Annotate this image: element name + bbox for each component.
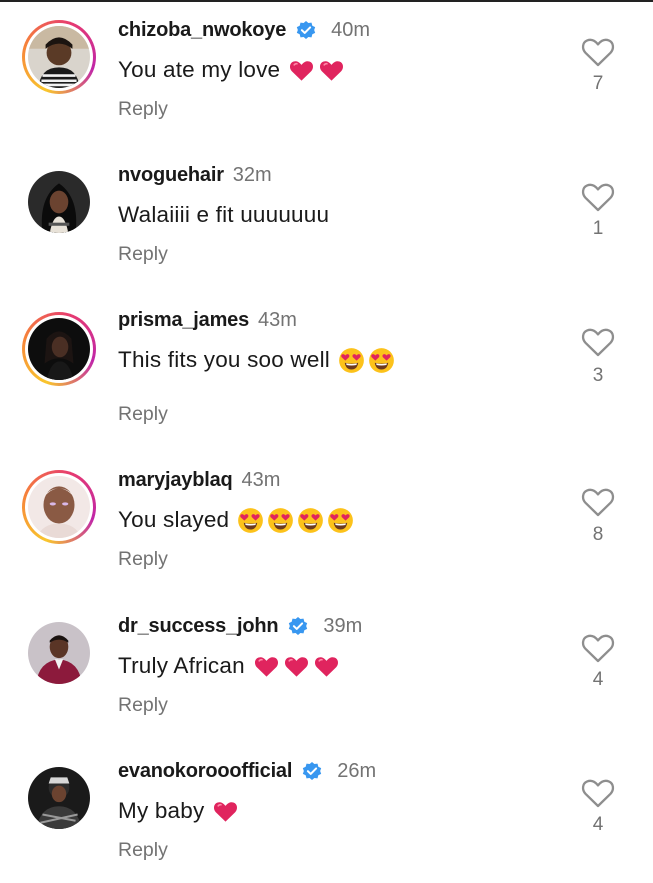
like-count: 7	[592, 73, 604, 94]
heart-eyes-emoji-icon	[327, 507, 354, 534]
story-ring[interactable]	[22, 312, 96, 386]
heart-eyes-emoji-icon	[267, 507, 294, 534]
comment-text: You slayed	[118, 507, 230, 532]
reply-button[interactable]: Reply	[118, 98, 168, 121]
heart-eyes-emoji-icon	[338, 347, 365, 374]
story-ring[interactable]	[22, 20, 96, 94]
like-count: 8	[592, 524, 604, 545]
verified-badge-icon	[287, 615, 309, 637]
comment-username[interactable]: chizoba_nwokoye	[118, 19, 286, 42]
comment-timestamp: 43m	[241, 468, 281, 491]
story-ring[interactable]	[22, 470, 96, 544]
avatar[interactable]	[28, 26, 90, 88]
comment-username[interactable]: dr_success_john	[118, 615, 279, 638]
heart-outline-icon[interactable]	[580, 179, 616, 213]
like-count: 4	[592, 669, 604, 690]
comment-timestamp: 43m	[258, 308, 297, 331]
comment-timestamp: 26m	[337, 759, 377, 782]
like-count: 1	[592, 218, 604, 239]
comment-item: maryjayblaq 43m You slayed Reply 8	[0, 450, 653, 595]
avatar-frame[interactable]	[22, 616, 96, 690]
emoji-group	[288, 57, 345, 84]
verified-badge-icon	[301, 760, 323, 782]
comment-item: prisma_james 43m This fits you soo well …	[0, 290, 653, 435]
reply-button[interactable]: Reply	[118, 839, 168, 862]
red-heart-emoji-icon	[313, 653, 340, 680]
comment-item: chizoba_nwokoye 40m You ate my love Repl…	[0, 0, 653, 145]
avatar[interactable]	[28, 476, 90, 538]
heart-eyes-emoji-icon	[297, 507, 324, 534]
comment-text: My baby	[118, 798, 205, 823]
heart-outline-icon[interactable]	[580, 775, 616, 809]
comment-item: nvoguehair 32m Walaiiii e fit uuuuuuu Re…	[0, 145, 653, 290]
heart-outline-icon[interactable]	[580, 34, 616, 68]
heart-eyes-emoji-icon	[368, 347, 395, 374]
emoji-group	[212, 798, 239, 825]
like-count: 3	[592, 365, 604, 386]
verified-badge-icon	[295, 19, 317, 41]
reply-button[interactable]: Reply	[118, 403, 168, 426]
red-heart-emoji-icon	[318, 57, 345, 84]
comment-username[interactable]: evanokorooofficial	[118, 760, 292, 783]
comment-text: You ate my love	[118, 57, 281, 82]
comment-text: Walaiiii e fit uuuuuuu	[118, 202, 330, 227]
comment-username[interactable]: prisma_james	[118, 309, 249, 332]
emoji-group	[338, 347, 395, 374]
avatar[interactable]	[28, 767, 90, 829]
heart-eyes-emoji-icon	[237, 507, 264, 534]
red-heart-emoji-icon	[253, 653, 280, 680]
like-count: 4	[592, 814, 604, 835]
heart-outline-icon[interactable]	[580, 324, 616, 358]
heart-outline-icon[interactable]	[580, 630, 616, 664]
emoji-group	[253, 653, 340, 680]
comment-timestamp: 40m	[331, 18, 371, 41]
comment-username[interactable]: nvoguehair	[118, 164, 224, 187]
reply-button[interactable]: Reply	[118, 243, 168, 266]
comment-item: evanokorooofficial 26m My baby Reply 4	[0, 741, 653, 883]
avatar[interactable]	[28, 622, 90, 684]
red-heart-emoji-icon	[288, 57, 315, 84]
avatar-frame[interactable]	[22, 761, 96, 835]
reply-button[interactable]: Reply	[118, 694, 168, 717]
comment-text: This fits you soo well	[118, 347, 330, 372]
comment-timestamp: 39m	[323, 614, 363, 637]
reply-button[interactable]: Reply	[118, 548, 168, 571]
avatar[interactable]	[28, 318, 90, 380]
avatar[interactable]	[28, 171, 90, 233]
emoji-group	[237, 507, 354, 534]
red-heart-emoji-icon	[212, 798, 239, 825]
comment-timestamp: 32m	[232, 163, 272, 186]
comment-text: Truly African	[118, 653, 245, 678]
comment-item: dr_success_john 39m Truly African Reply …	[0, 596, 653, 741]
comment-username[interactable]: maryjayblaq	[118, 469, 233, 492]
avatar-frame[interactable]	[22, 165, 96, 239]
red-heart-emoji-icon	[283, 653, 310, 680]
heart-outline-icon[interactable]	[580, 484, 616, 518]
